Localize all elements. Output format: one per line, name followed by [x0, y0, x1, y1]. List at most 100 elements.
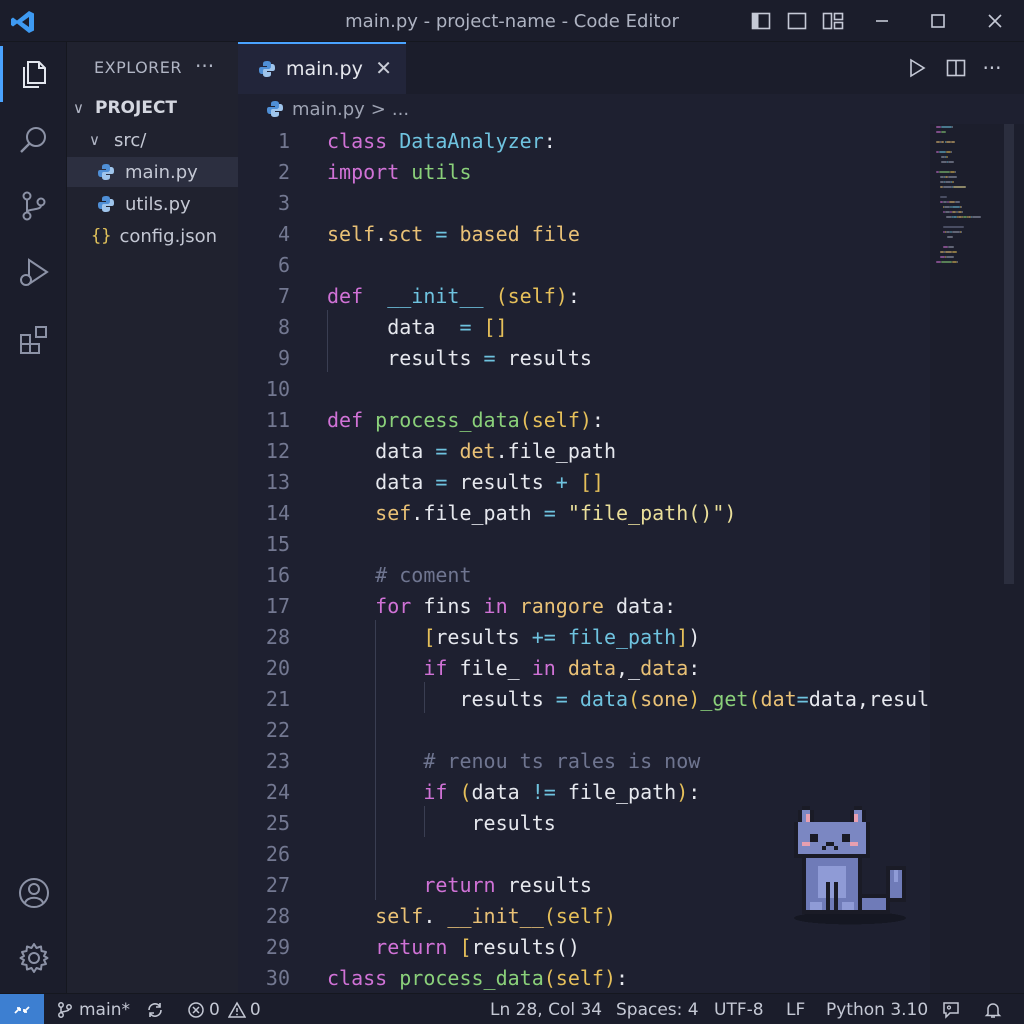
code-token: in	[483, 594, 520, 618]
tree-file-main-py[interactable]: main.py	[67, 157, 238, 187]
minimap-line	[948, 246, 954, 248]
toggle-panel-icon[interactable]	[785, 9, 809, 33]
code-line[interactable]: 1 class DataAnalyzer:	[238, 126, 930, 157]
notifications-bell-icon[interactable]	[983, 994, 1003, 1024]
breadcrumb-separator: >	[370, 98, 386, 120]
encoding[interactable]: UTF-8	[714, 994, 764, 1024]
branch-indicator[interactable]: main*	[56, 994, 130, 1024]
line-number: 15	[265, 532, 290, 556]
code-line[interactable]: 3	[238, 188, 930, 219]
tree-file-utils-py[interactable]: utils.py	[67, 189, 238, 219]
tree-file-config-json[interactable]: {} config.json	[67, 221, 238, 251]
code-line[interactable]: 30 class process_data(self):	[238, 963, 930, 993]
code-line[interactable]: 29 return [results()	[238, 932, 930, 963]
run-debug-icon[interactable]	[0, 244, 67, 300]
code-token: :	[688, 780, 701, 804]
customize-layout-icon[interactable]	[821, 9, 845, 33]
code-token: if	[327, 656, 460, 680]
close-window-icon[interactable]	[983, 9, 1007, 33]
settings-gear-icon[interactable]	[0, 930, 67, 986]
run-file-icon[interactable]	[905, 56, 929, 80]
code-line[interactable]: 4 self.sct = based file	[238, 219, 930, 250]
line-code: # coment	[327, 560, 471, 591]
code-line[interactable]: 22	[238, 715, 930, 746]
minimap-line	[948, 176, 957, 178]
remote-indicator[interactable]	[0, 994, 44, 1024]
code-line[interactable]: 12 data = det.file_path	[238, 436, 930, 467]
line-code: data = results + []	[327, 467, 604, 498]
minimap-line	[939, 171, 950, 173]
pixel-cat-mascot	[794, 806, 906, 925]
code-token: file_path	[567, 625, 677, 649]
problems-indicator[interactable]: 0 0	[187, 994, 261, 1024]
cursor-position[interactable]: Ln 28, Col 34	[490, 994, 602, 1024]
maximize-icon[interactable]	[926, 9, 950, 33]
code-token: __init__	[387, 284, 496, 308]
code-token: return	[327, 935, 460, 959]
tree-folder-project[interactable]: ∨ PROJECT	[67, 93, 238, 123]
code-token: (	[748, 687, 761, 711]
code-line[interactable]: 10	[238, 374, 930, 405]
code-line[interactable]: 7 def __init__ (self):	[238, 281, 930, 312]
account-icon[interactable]	[0, 865, 67, 921]
code-line[interactable]: 14 sef.file_path = "file_path()")	[238, 498, 930, 529]
code-token: dat	[760, 687, 797, 711]
search-icon[interactable]	[0, 112, 67, 168]
code-line[interactable]: 6	[238, 250, 930, 281]
split-editor-icon[interactable]	[944, 56, 968, 80]
line-number: 7	[277, 284, 290, 308]
line-number: 24	[265, 780, 290, 804]
tree-label: config.json	[119, 225, 218, 247]
tab-main-py[interactable]: main.py ✕	[238, 42, 406, 94]
warning-count: 0	[249, 999, 261, 1020]
sync-icon[interactable]	[145, 994, 165, 1024]
code-token: :	[591, 408, 604, 432]
indentation[interactable]: Spaces: 4	[616, 994, 699, 1024]
code-line[interactable]: 28 [results += file_path])	[238, 622, 930, 653]
minimap-line	[972, 216, 981, 218]
code-token: +	[555, 470, 580, 494]
feedback-icon[interactable]	[941, 994, 961, 1024]
line-ending[interactable]: LF	[786, 994, 805, 1024]
language-mode[interactable]: Python 3.10	[826, 994, 928, 1024]
line-number: 23	[265, 749, 290, 773]
code-line[interactable]: 21 results = data(sone)_get(dat=data,res…	[238, 684, 930, 715]
line-code: self.sct = based file	[327, 219, 580, 250]
code-token: =	[423, 222, 460, 246]
breadcrumb-rest[interactable]: ...	[392, 99, 409, 120]
code-token: [	[459, 935, 472, 959]
code-token: return	[327, 873, 508, 897]
line-number: 26	[265, 842, 290, 866]
code-line[interactable]: 20 if file_ in data,_data:	[238, 653, 930, 684]
code-token: .	[375, 222, 388, 246]
more-actions-icon[interactable]: ···	[980, 56, 1004, 80]
line-code: def process_data(self):	[327, 405, 604, 436]
code-token: results	[435, 625, 532, 649]
breadcrumb-file[interactable]: main.py	[292, 99, 365, 120]
tree-folder-src[interactable]: ∨ src/	[67, 125, 238, 155]
code-line[interactable]: 17 for fins in rangore data:	[238, 591, 930, 622]
line-number: 16	[265, 563, 290, 587]
code-line[interactable]: 8 data = []	[238, 312, 930, 343]
code-line[interactable]: 2 import utils	[238, 157, 930, 188]
minimize-icon[interactable]	[870, 9, 894, 33]
toggle-sidebar-icon[interactable]	[749, 9, 773, 33]
editor-scrollbar[interactable]	[1004, 124, 1014, 584]
code-token: (self)	[543, 904, 616, 928]
source-control-icon[interactable]	[0, 178, 67, 234]
code-line[interactable]: 13 data = results + []	[238, 467, 930, 498]
python-file-icon	[98, 164, 114, 180]
explorer-more-button[interactable]: ···	[195, 54, 214, 78]
minimap-line	[951, 141, 955, 143]
line-code: sef.file_path = "file_path()")	[327, 498, 736, 529]
close-icon[interactable]: ✕	[375, 56, 392, 80]
extensions-icon[interactable]	[0, 312, 67, 368]
code-line[interactable]: 23 # renou ts rales is now	[238, 746, 930, 777]
code-line[interactable]: 9 results = results	[238, 343, 930, 374]
explorer-icon[interactable]	[0, 46, 67, 102]
code-line[interactable]: 11 def process_data(self):	[238, 405, 930, 436]
code-line[interactable]: 16 # coment	[238, 560, 930, 591]
code-line[interactable]: 15	[238, 529, 930, 560]
minimap-line	[957, 261, 958, 263]
code-token: process_data	[399, 966, 544, 990]
